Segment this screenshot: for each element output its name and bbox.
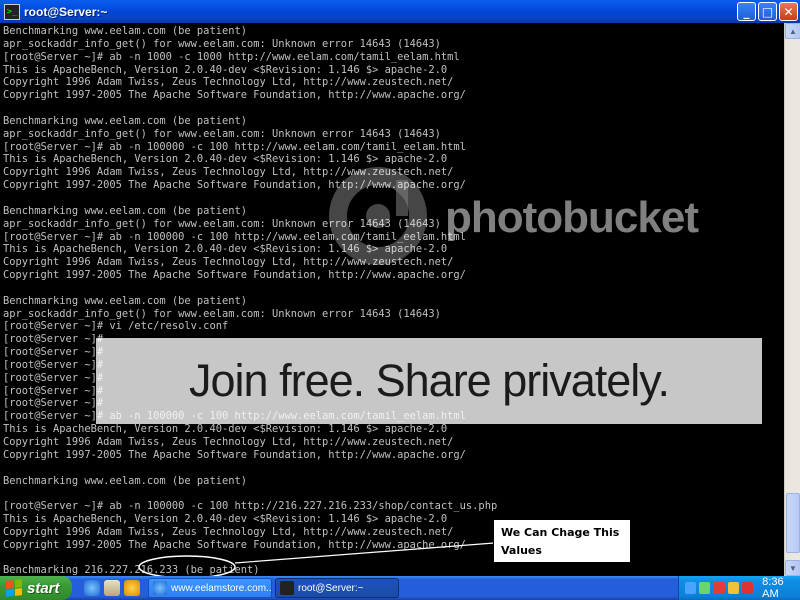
start-label: start — [27, 579, 60, 597]
quick-launch — [84, 580, 140, 596]
terminal-line: Copyright 1996 Adam Twiss, Zeus Technolo… — [3, 436, 454, 448]
terminal-line: [root@Server ~]# ab -n 100000 -c 100 htt… — [3, 500, 498, 513]
terminal-line: Copyright 1997-2005 The Apache Software … — [3, 269, 466, 282]
terminal-line: This is ApacheBench, Version 2.0.40-dev … — [3, 423, 448, 436]
terminal-line: [root@Server ~]# ab -n 100000 -c 100 htt… — [3, 230, 466, 243]
terminal-line: This is ApacheBench, Version 2.0.40-dev … — [3, 513, 448, 526]
taskbar-button-label: root@Server:~ — [298, 582, 364, 594]
terminal-line: [root@Server ~]# — [3, 384, 104, 397]
window-titlebar[interactable]: >_ root@Server:~ _ □ ✕ — [0, 0, 800, 23]
terminal-line: [root@Server ~]# — [3, 397, 104, 410]
clock[interactable]: 8:36 AM — [762, 576, 800, 600]
start-button[interactable]: start — [0, 576, 72, 600]
media-player-icon[interactable] — [124, 580, 140, 596]
terminal-line: apr_sockaddr_info_get() for www.eelam.co… — [3, 37, 441, 50]
scrollbar-thumb[interactable] — [786, 493, 800, 553]
antivirus-icon[interactable] — [713, 582, 725, 594]
maximize-button[interactable]: □ — [758, 2, 777, 21]
security-icon[interactable] — [727, 582, 739, 594]
internet-explorer-icon — [153, 581, 167, 595]
terminal-line: [root@Server ~]# — [3, 371, 104, 384]
terminal-icon — [280, 581, 294, 595]
volume-icon[interactable] — [699, 582, 711, 594]
terminal-line: Benchmarking www.eelam.com (be patient) — [3, 474, 247, 487]
terminal-line: Copyright 1996 Adam Twiss, Zeus Technolo… — [3, 525, 454, 538]
terminal-line: [root@Server ~]# ab -n 100000 -c 100 htt… — [3, 410, 466, 423]
terminal-line: Benchmarking www.eelam.com (be patient) — [3, 114, 247, 127]
scroll-up-icon[interactable]: ▲ — [785, 23, 800, 39]
terminal-line: [root@Server ~]# — [3, 358, 104, 371]
taskbar-button[interactable]: www.eelamstore.com... — [148, 578, 272, 598]
terminal-line: This is ApacheBench, Version 2.0.40-dev … — [3, 63, 448, 76]
window-title: root@Server:~ — [24, 4, 108, 19]
terminal-line: Copyright 1996 Adam Twiss, Zeus Technolo… — [3, 76, 454, 89]
network-icon[interactable] — [685, 582, 697, 594]
terminal-line: Copyright 1997-2005 The Apache Software … — [3, 89, 466, 102]
system-tray: 8:36 AM — [678, 576, 800, 600]
terminal-line: apr_sockaddr_info_get() for www.eelam.co… — [3, 127, 441, 140]
windows-logo-icon — [6, 579, 22, 597]
taskbar-button-label: www.eelamstore.com... — [171, 582, 272, 594]
taskbar: start www.eelamstore.com... root@Server:~… — [0, 576, 800, 600]
vertical-scrollbar[interactable]: ▲ ▼ — [784, 23, 800, 576]
window-controls: _ □ ✕ — [737, 2, 798, 21]
minimize-button[interactable]: _ — [737, 2, 756, 21]
scroll-down-icon[interactable]: ▼ — [785, 560, 800, 576]
terminal-line: [root@Server ~]# — [3, 333, 104, 346]
annotation-text: We Can Chage This Values — [501, 526, 620, 557]
internet-explorer-icon[interactable] — [84, 580, 100, 596]
terminal-line: This is ApacheBench, Version 2.0.40-dev … — [3, 153, 448, 166]
terminal-line: Copyright 1997-2005 The Apache Software … — [3, 179, 466, 192]
terminal-line: [root@Server ~]# ab -n 1000 -c 1000 http… — [3, 50, 460, 63]
terminal-line: This is ApacheBench, Version 2.0.40-dev … — [3, 243, 448, 256]
terminal-line: [root@Server ~]# vi /etc/resolv.conf — [3, 320, 229, 333]
terminal-line: Copyright 1996 Adam Twiss, Zeus Technolo… — [3, 256, 454, 269]
terminal-line: Benchmarking 216.227.216.233 (be patient… — [3, 564, 260, 576]
terminal-icon: >_ — [4, 3, 20, 20]
terminal-line: Copyright 1996 Adam Twiss, Zeus Technolo… — [3, 166, 454, 179]
terminal-line: [root@Server ~]# ab -n 100000 -c 100 htt… — [3, 140, 466, 153]
annotation-callout: We Can Chage This Values — [493, 519, 631, 563]
messenger-icon[interactable] — [741, 582, 754, 594]
show-desktop-icon[interactable] — [104, 580, 120, 596]
terminal-line: apr_sockaddr_info_get() for www.eelam.co… — [3, 307, 441, 320]
terminal-line: Benchmarking www.eelam.com (be patient) — [3, 25, 247, 37]
taskbar-button[interactable]: root@Server:~ — [275, 578, 399, 598]
terminal-line: Copyright 1997-2005 The Apache Software … — [3, 448, 466, 461]
terminal-line: [root@Server ~]# — [3, 346, 104, 359]
terminal-line: Copyright 1997-2005 The Apache Software … — [3, 538, 466, 551]
terminal-line: apr_sockaddr_info_get() for www.eelam.co… — [3, 217, 441, 230]
terminal-line: Benchmarking www.eelam.com (be patient) — [3, 204, 247, 217]
terminal-output[interactable]: Benchmarking www.eelam.com (be patient) a… — [0, 23, 784, 576]
close-button[interactable]: ✕ — [779, 2, 798, 21]
terminal-line: Benchmarking www.eelam.com (be patient) — [3, 294, 247, 307]
